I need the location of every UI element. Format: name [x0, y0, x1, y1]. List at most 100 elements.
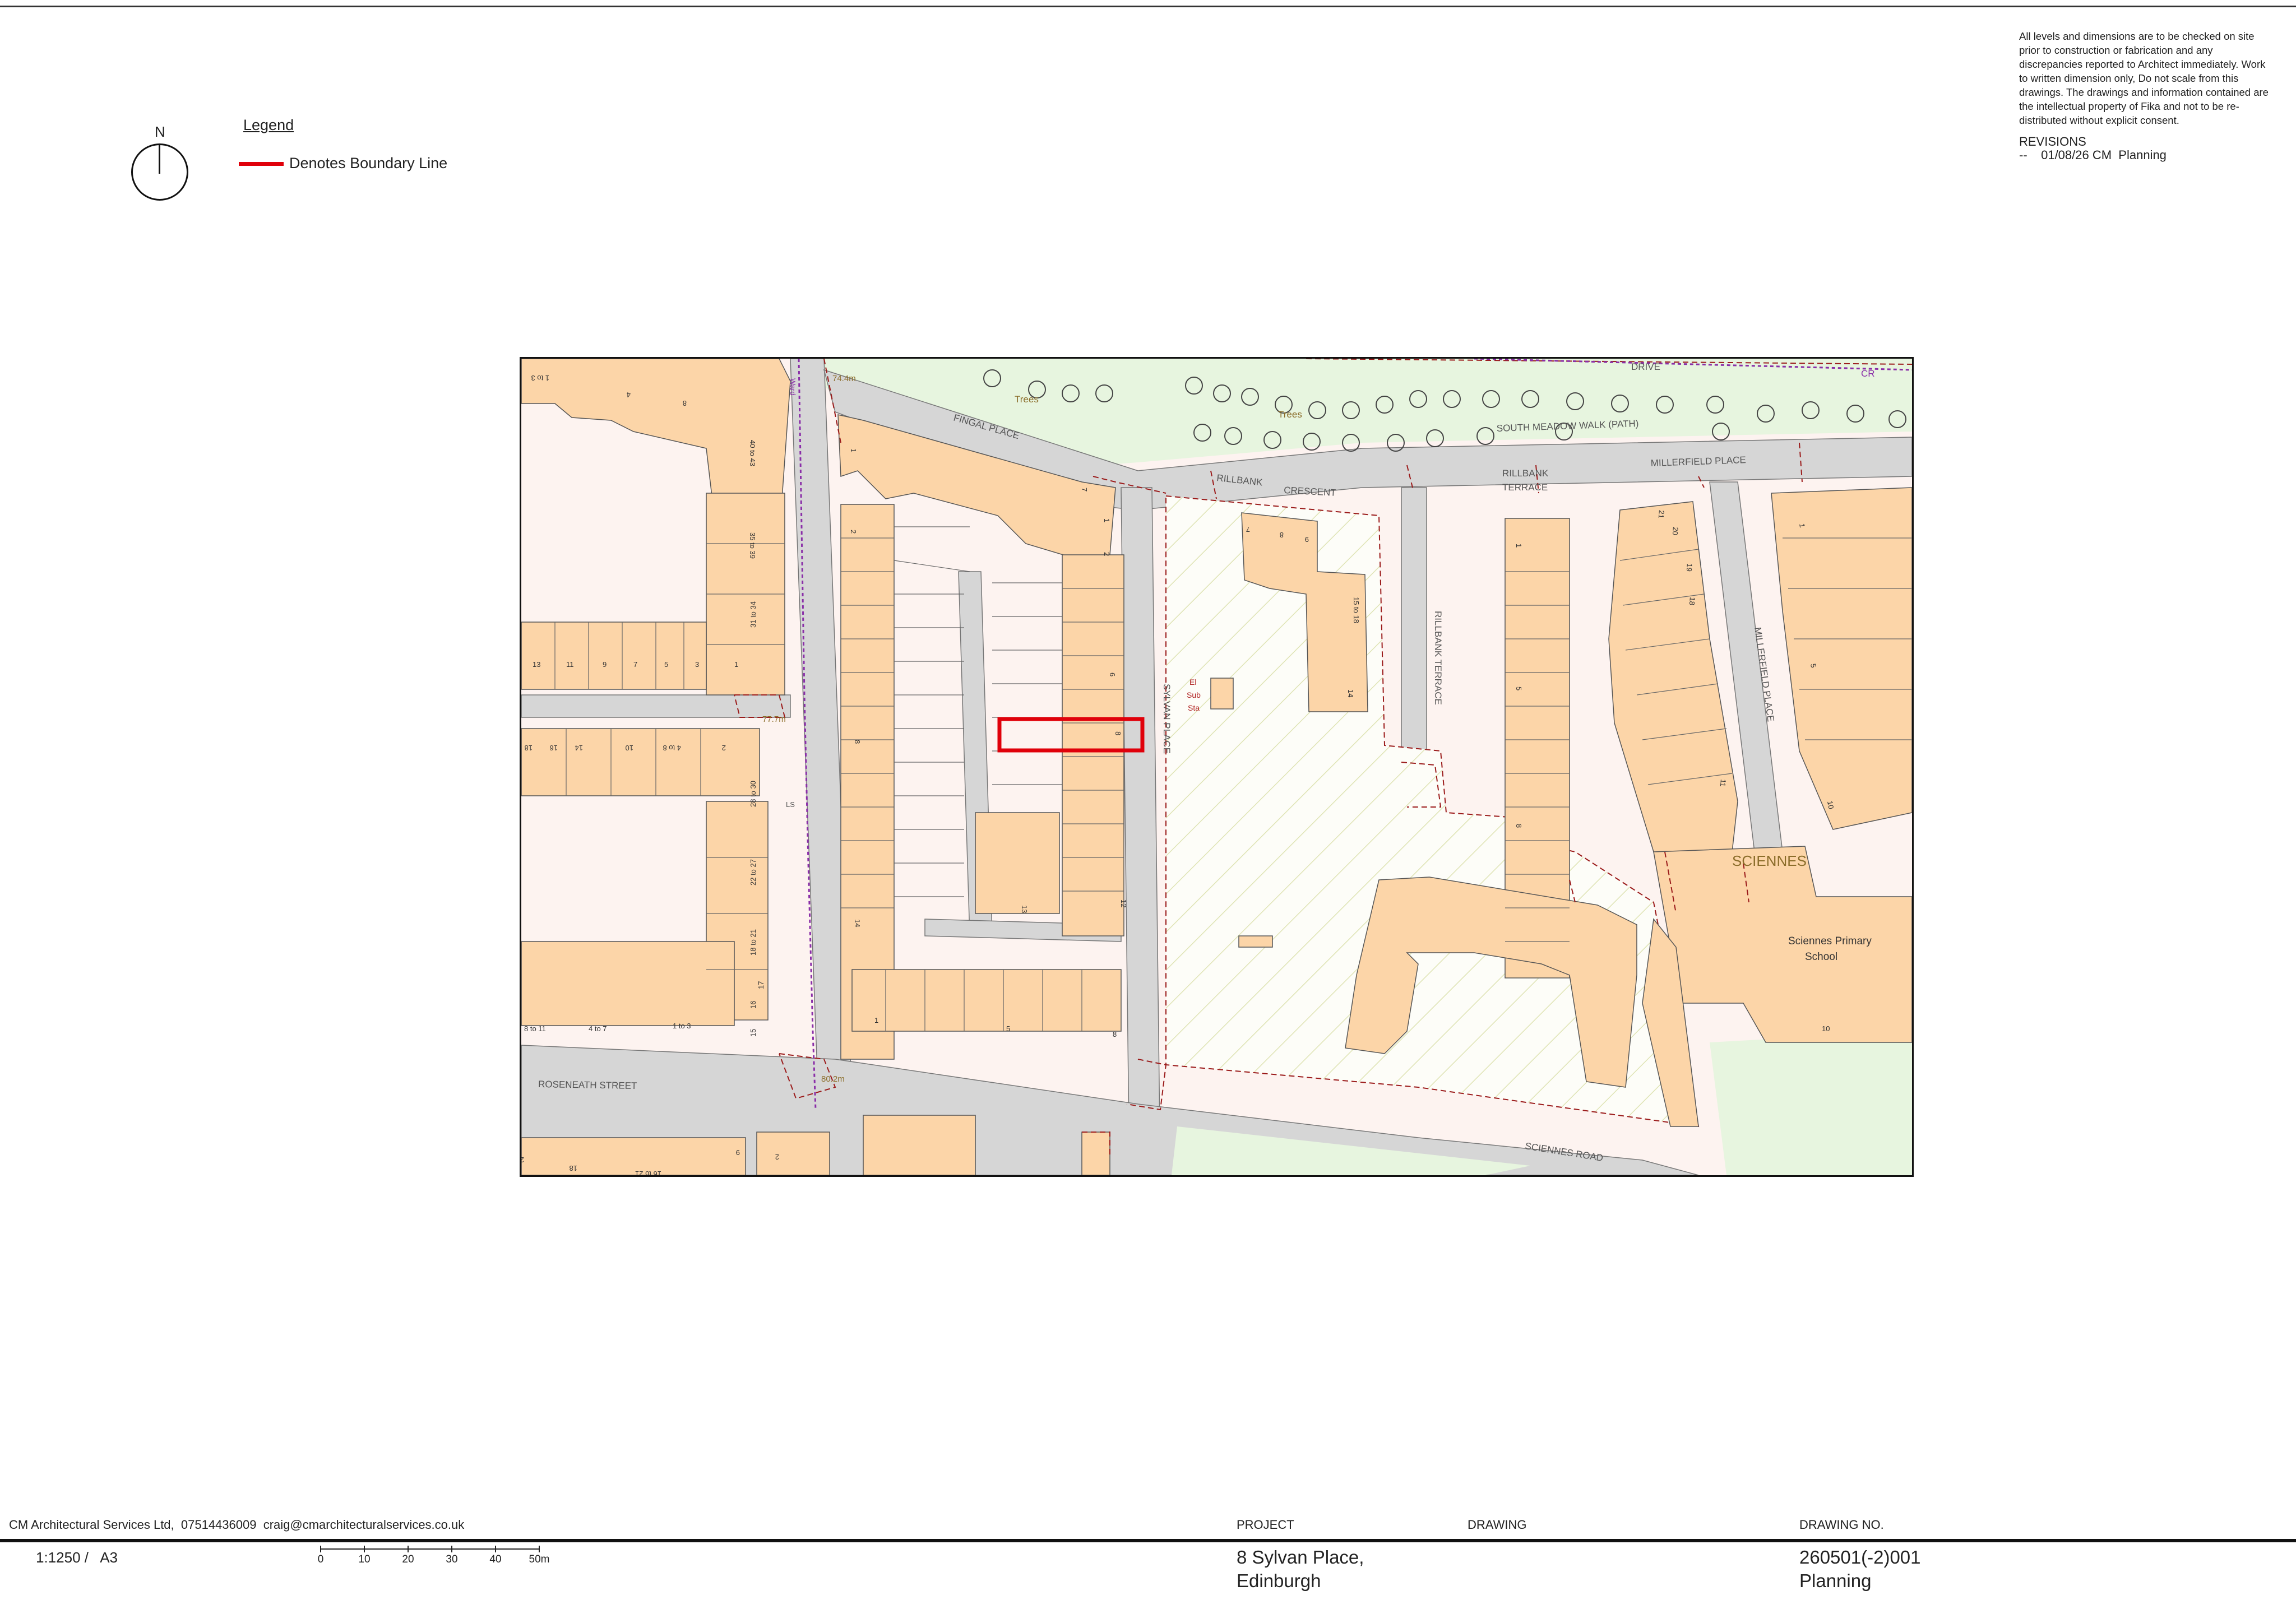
north-label: N	[155, 123, 165, 140]
revisions-title: REVISIONS	[2019, 135, 2086, 149]
num: 2	[722, 744, 726, 752]
project-address-line2: Edinburgh	[1237, 1570, 1321, 1591]
label-trees-2: Trees	[1278, 409, 1302, 420]
num: 10	[1822, 1024, 1830, 1033]
road-west-horizontal	[521, 694, 791, 718]
num: 21	[1657, 510, 1666, 519]
label-level-77: 77.7m	[762, 715, 786, 724]
building-sylvan-terrace	[1062, 554, 1124, 936]
num: 8	[1114, 731, 1122, 735]
num: 9	[1305, 535, 1309, 544]
boundary-line-label: Denotes Boundary Line	[289, 155, 448, 171]
building-west-row-13-1	[521, 622, 707, 690]
num: 16	[749, 1001, 757, 1009]
num: 16	[550, 744, 558, 752]
num: 5	[1006, 1024, 1010, 1033]
num: 14	[575, 744, 583, 752]
label-roseneath-street: ROSENEATH STREET	[538, 1079, 637, 1091]
label-drive: DRIVE	[1631, 361, 1660, 372]
building-bottom-mid	[756, 1132, 830, 1175]
label-school-line1: Sciennes Primary	[1788, 935, 1872, 947]
scale-tick-label: 40	[489, 1554, 502, 1565]
scale-tick-label: 20	[402, 1554, 414, 1565]
scale-tick-label: 50m	[529, 1554, 550, 1565]
num: 7	[633, 660, 637, 669]
site-location-map[interactable]: FINGAL PLACE RILLBANK CRESCENT RILLBANK …	[520, 357, 1914, 1177]
green-southeast	[1710, 1031, 1912, 1175]
label-ls: LS	[786, 800, 795, 809]
num: 3	[695, 660, 699, 669]
num: 9	[603, 660, 607, 669]
num: 5	[664, 660, 668, 669]
num: 8 to 11	[524, 1024, 546, 1033]
building-sp13	[975, 812, 1060, 914]
revision-entry: -- 01/08/26 CM Planning	[2019, 148, 2167, 162]
scale-tick-label: 10	[358, 1554, 371, 1565]
label-ward: Ward	[789, 378, 797, 396]
num: 13	[1020, 905, 1029, 913]
num: 2	[775, 1153, 779, 1161]
num: 5	[1515, 687, 1523, 690]
num: 10	[1826, 800, 1835, 810]
num: 9	[736, 1148, 740, 1157]
map-canvas: FINGAL PLACE RILLBANK CRESCENT RILLBANK …	[521, 359, 1912, 1175]
footer-divider	[0, 1539, 2296, 1542]
label-trees-1: Trees	[1015, 394, 1039, 405]
scale-bar-ticks	[320, 1546, 540, 1552]
scale-tick-label: 30	[446, 1554, 458, 1565]
building-west-row-8-1	[521, 941, 735, 1026]
num: 7	[1080, 488, 1089, 491]
num: 1	[734, 660, 738, 669]
drawing-number: 260501(-2)001	[1799, 1547, 1921, 1568]
num: 1	[1103, 518, 1111, 522]
num: 4 to 8	[663, 744, 681, 752]
num: 15	[749, 1029, 757, 1037]
num: 1 to 3	[673, 1022, 691, 1030]
label-level-80: 80.2m	[821, 1074, 845, 1084]
num: 1 to 3	[531, 374, 549, 382]
num: 18	[1688, 597, 1697, 606]
drawing-title: Planning	[1799, 1570, 1872, 1591]
drawing-heading: DRAWING	[1468, 1518, 1527, 1532]
scale-text: 1:1250 / A3	[36, 1549, 118, 1566]
num: 7	[1246, 525, 1250, 534]
legend-title: Legend	[243, 117, 294, 133]
num: 14	[853, 919, 862, 927]
num: 2	[849, 530, 858, 534]
num: 31 to 34	[749, 601, 757, 628]
num: 15 to 18	[1352, 597, 1360, 623]
num: 19	[1685, 563, 1694, 572]
label-sciennes: SCIENNES	[1732, 852, 1807, 869]
num: 1	[1515, 544, 1523, 548]
num: 22 to 27	[749, 859, 757, 885]
num: 18	[525, 744, 533, 752]
building-bottom-west	[521, 1137, 746, 1175]
num: 1	[849, 448, 858, 452]
num: 28 to 30	[749, 781, 757, 807]
num: 12	[1119, 899, 1128, 907]
num: 16 to 21	[635, 1170, 661, 1175]
label-sta: Sta	[1188, 703, 1200, 712]
boundary-line-swatch	[239, 162, 284, 166]
num: 18	[570, 1164, 577, 1172]
company-details: CM Architectural Services Ltd, 075144360…	[9, 1518, 465, 1532]
drawing-number-heading: DRAWING NO.	[1799, 1518, 1884, 1532]
num: 8	[853, 740, 862, 744]
num: 2	[1103, 552, 1111, 556]
num: 20	[1671, 527, 1680, 536]
label-terrace: TERRACE	[1502, 482, 1548, 493]
disclaimer-notes: All levels and dimensions are to be chec…	[2019, 30, 2269, 126]
project-heading: PROJECT	[1237, 1518, 1294, 1532]
num: 8	[1280, 531, 1284, 539]
top-border-line	[0, 6, 2296, 7]
num: 35 to 39	[748, 532, 757, 559]
label-rillbank-terrace: RILLBANK TERRACE	[1433, 611, 1443, 705]
num: 10	[626, 744, 633, 752]
num: 8	[1515, 824, 1523, 828]
label-school-line2: School	[1805, 951, 1837, 963]
label-cr: CR	[1861, 368, 1875, 379]
num: 4	[627, 391, 631, 399]
scale-tick-label: 0	[317, 1554, 324, 1565]
building-bottom-east	[863, 1115, 976, 1175]
building-south-row	[851, 969, 1122, 1032]
